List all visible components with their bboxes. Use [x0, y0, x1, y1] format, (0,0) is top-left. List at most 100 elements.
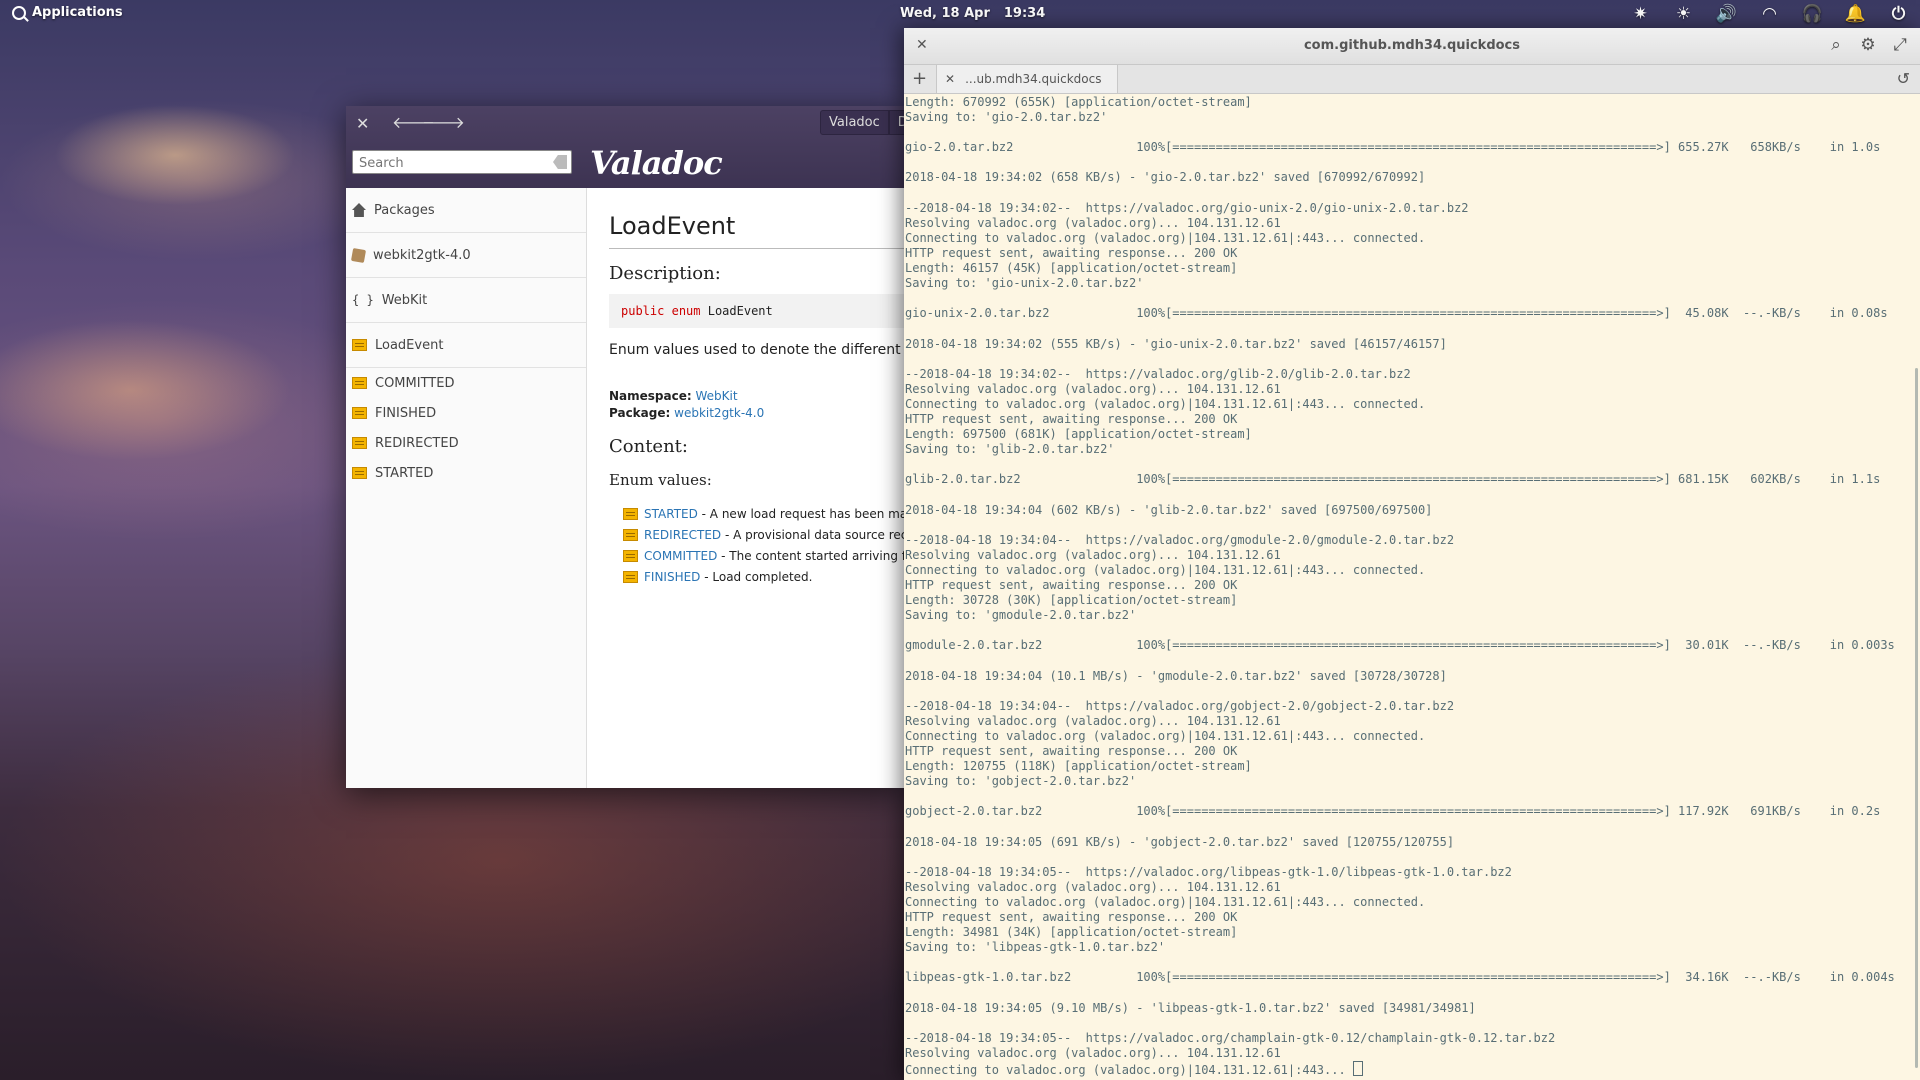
sidebar-item-committed[interactable]: COMMITTED	[346, 368, 586, 398]
enum-value-icon	[352, 467, 367, 479]
scrollbar[interactable]	[1915, 368, 1918, 1068]
terminal-tabbar: + ✕ ...ub.mdh34.quickdocs ↺	[904, 65, 1920, 94]
valadoc-body: Packages webkit2gtk-4.0 { } WebKit LoadE…	[346, 188, 906, 788]
terminal-prompt-line: Connecting to valadoc.org (valadoc.org)|…	[904, 1061, 1920, 1077]
search-icon[interactable]: ⌕	[1826, 35, 1846, 55]
gear-icon[interactable]: ✷	[1627, 3, 1654, 25]
terminal-line: Connecting to valadoc.org (valadoc.org)|…	[905, 230, 1426, 245]
package-row: Package: webkit2gtk-4.0	[609, 405, 906, 422]
sidebar-item-label: STARTED	[375, 465, 434, 481]
enum-value-link[interactable]: STARTED	[644, 507, 698, 521]
package-label: Package:	[609, 406, 671, 420]
sidebar-item-package[interactable]: webkit2gtk-4.0	[346, 233, 586, 278]
sidebar-item-label: LoadEvent	[375, 337, 444, 353]
sidebar-item-loadevent[interactable]: LoadEvent	[346, 323, 586, 368]
clock-time: 19:34	[1003, 6, 1046, 21]
enum-value-icon	[352, 377, 367, 389]
terminal-line: Connecting to valadoc.org (valadoc.org)|…	[905, 728, 1426, 743]
terminal-line: Saving to: 'gio-2.0.tar.bz2'	[905, 110, 1108, 125]
valadoc-logo: Valadoc	[590, 144, 723, 182]
enum-value-icon	[623, 570, 638, 583]
enum-value-link[interactable]: REDIRECTED	[644, 528, 721, 542]
terminal-line: 2018-04-18 19:34:04 (10.1 MB/s) - 'gmodu…	[905, 668, 1447, 683]
terminal-line: 2018-04-18 19:34:02 (555 KB/s) - 'gio-un…	[905, 336, 1447, 351]
terminal-output[interactable]: Length: 670992 (655K) [application/octet…	[904, 94, 1920, 1080]
enum-values-list: STARTED - A new load request has been ma…	[609, 503, 906, 587]
terminal-cursor	[1352, 1061, 1363, 1076]
enum-value-desc: - A new load request has been made	[697, 506, 906, 521]
terminal-line: libpeas-gtk-1.0.tar.bz2 100%[===========…	[905, 970, 1895, 985]
search-input[interactable]	[357, 152, 545, 174]
doc-content: LoadEvent Description: public enum LoadE…	[587, 188, 906, 788]
applications-label: Applications	[32, 5, 123, 20]
brightness-icon[interactable]: ☀	[1670, 3, 1697, 25]
package-link[interactable]: webkit2gtk-4.0	[674, 406, 764, 420]
enum-value-link[interactable]: FINISHED	[644, 570, 700, 584]
terminal-line: Saving to: 'glib-2.0.tar.bz2'	[905, 442, 1115, 457]
clear-icon[interactable]	[553, 155, 567, 169]
close-icon[interactable]: ✕	[945, 72, 955, 86]
terminal-line: gio-2.0.tar.bz2 100%[===================…	[905, 140, 1881, 155]
sidebar-item-label: REDIRECTED	[375, 435, 459, 451]
sidebar-item-redirected[interactable]: REDIRECTED	[346, 428, 586, 458]
enum-value-icon	[623, 549, 638, 562]
sidebar-item-started[interactable]: STARTED	[346, 458, 586, 488]
sidebar-item-label: WebKit	[381, 292, 428, 308]
enum-value-link[interactable]: COMMITTED	[644, 549, 717, 563]
code-keyword: enum	[671, 304, 701, 318]
search-box	[352, 150, 572, 174]
namespace-link[interactable]: WebKit	[696, 389, 738, 403]
close-icon[interactable]: ✕	[356, 114, 369, 133]
sidebar-item-packages[interactable]: Packages	[346, 188, 586, 233]
wifi-icon[interactable]: ◠	[1756, 3, 1783, 25]
list-item: REDIRECTED - A provisional data source r…	[623, 524, 906, 545]
package-icon	[350, 247, 367, 263]
tab-quickdocs[interactable]: ✕ ...ub.mdh34.quickdocs	[936, 65, 1118, 93]
clock[interactable]: Wed, 18 Apr 19:34	[900, 6, 1045, 21]
terminal-line: Resolving valadoc.org (valadoc.org)... 1…	[905, 879, 1281, 894]
new-tab-icon[interactable]: +	[912, 68, 927, 89]
valadoc-header: ✕ 🡐 🡒 Valadoc De Valadoc	[346, 106, 906, 188]
forward-arrow-icon[interactable]: 🡒	[422, 112, 465, 132]
terminal-line: Length: 34981 (34K) [application/octet-s…	[905, 925, 1238, 940]
terminal-line: Saving to: 'gobject-2.0.tar.bz2'	[905, 774, 1137, 789]
terminal-line: Connecting to valadoc.org (valadoc.org)|…	[905, 562, 1426, 577]
terminal-line: Resolving valadoc.org (valadoc.org)... 1…	[905, 381, 1281, 396]
terminal-line: HTTP request sent, awaiting response... …	[905, 245, 1238, 260]
terminal-line: --2018-04-18 19:34:04-- https://valadoc.…	[905, 532, 1455, 547]
tab-valadoc[interactable]: Valadoc	[820, 110, 889, 135]
sidebar-item-finished[interactable]: FINISHED	[346, 398, 586, 428]
sidebar-item-label: FINISHED	[375, 405, 437, 421]
terminal-line: Resolving valadoc.org (valadoc.org)... 1…	[905, 215, 1281, 230]
top-panel: Applications Wed, 18 Apr 19:34 ✷ ☀ 🔊 ◠ 🎧…	[0, 0, 1920, 28]
enum-value-desc: - A provisional data source receiv	[721, 527, 906, 542]
terminal-line: Resolving valadoc.org (valadoc.org)... 1…	[905, 713, 1281, 728]
applications-button[interactable]: Applications	[12, 5, 123, 20]
bell-icon[interactable]: 🔔	[1842, 3, 1869, 25]
headphones-icon[interactable]: 🎧	[1799, 3, 1826, 25]
terminal-line: HTTP request sent, awaiting response... …	[905, 411, 1238, 426]
power-icon[interactable]: ⏻	[1885, 3, 1912, 25]
terminal-actions: ⌕ ⚙ ⤢	[1826, 35, 1910, 55]
fullscreen-icon[interactable]: ⤢	[1890, 35, 1910, 55]
gear-icon[interactable]: ⚙	[1858, 35, 1878, 55]
list-item: FINISHED - Load completed.	[623, 566, 906, 587]
indicator-area: ✷ ☀ 🔊 ◠ 🎧 🔔 ⏻	[1627, 3, 1912, 25]
terminal-line: Connecting to valadoc.org (valadoc.org)|…	[905, 894, 1426, 909]
namespace-row: Namespace: WebKit	[609, 388, 906, 405]
terminal-line: --2018-04-18 19:34:05-- https://valadoc.…	[905, 864, 1512, 879]
sidebar-item-namespace[interactable]: { } WebKit	[346, 278, 586, 323]
volume-icon[interactable]: 🔊	[1713, 3, 1740, 25]
terminal-titlebar: ✕ com.github.mdh34.quickdocs ⌕ ⚙ ⤢	[904, 28, 1920, 65]
history-icon[interactable]: ↺	[1897, 69, 1910, 88]
